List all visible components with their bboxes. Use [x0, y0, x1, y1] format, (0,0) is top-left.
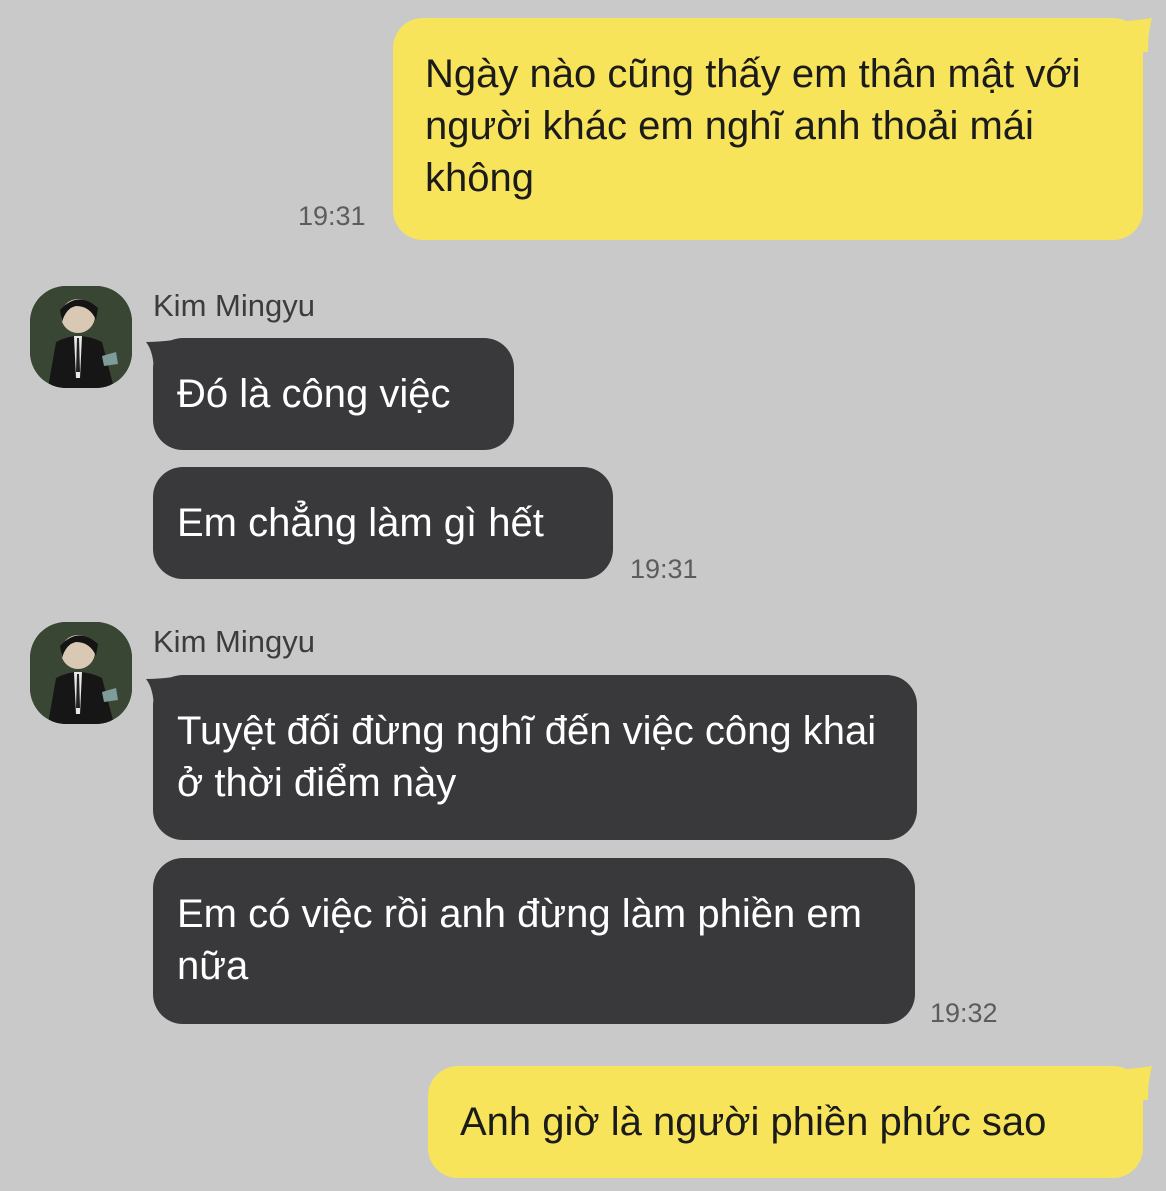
incoming-message-bubble[interactable]: Tuyệt đối đừng nghĩ đến việc công khai ở…: [153, 675, 917, 840]
avatar[interactable]: [30, 286, 132, 388]
sender-name: Kim Mingyu: [153, 624, 315, 659]
timestamp: 19:31: [298, 201, 366, 231]
incoming-message-bubble[interactable]: Em có việc rồi anh đừng làm phiền em nữa: [153, 858, 915, 1024]
timestamp: 19:32: [930, 998, 998, 1028]
message-text: Em chẳng làm gì hết: [177, 501, 544, 545]
message-text: Em có việc rồi anh đừng làm phiền em nữa: [177, 892, 862, 988]
incoming-message-bubble[interactable]: Em chẳng làm gì hết: [153, 467, 613, 579]
outgoing-message-bubble[interactable]: Ngày nào cũng thấy em thân mật với người…: [393, 18, 1143, 240]
message-text: Tuyệt đối đừng nghĩ đến việc công khai ở…: [177, 709, 877, 805]
avatar[interactable]: [30, 622, 132, 724]
sender-name: Kim Mingyu: [153, 288, 315, 323]
outgoing-message-bubble[interactable]: Anh giờ là người phiền phức sao: [428, 1066, 1143, 1178]
incoming-message-bubble[interactable]: Đó là công việc: [153, 338, 514, 450]
timestamp: 19:31: [630, 554, 698, 584]
avatar-kim-mingyu-icon: [30, 286, 132, 388]
avatar-kim-mingyu-icon: [30, 622, 132, 724]
message-text: Đó là công việc: [177, 372, 451, 416]
message-text: Anh giờ là người phiền phức sao: [460, 1100, 1047, 1144]
message-text: Ngày nào cũng thấy em thân mật với người…: [425, 52, 1081, 200]
